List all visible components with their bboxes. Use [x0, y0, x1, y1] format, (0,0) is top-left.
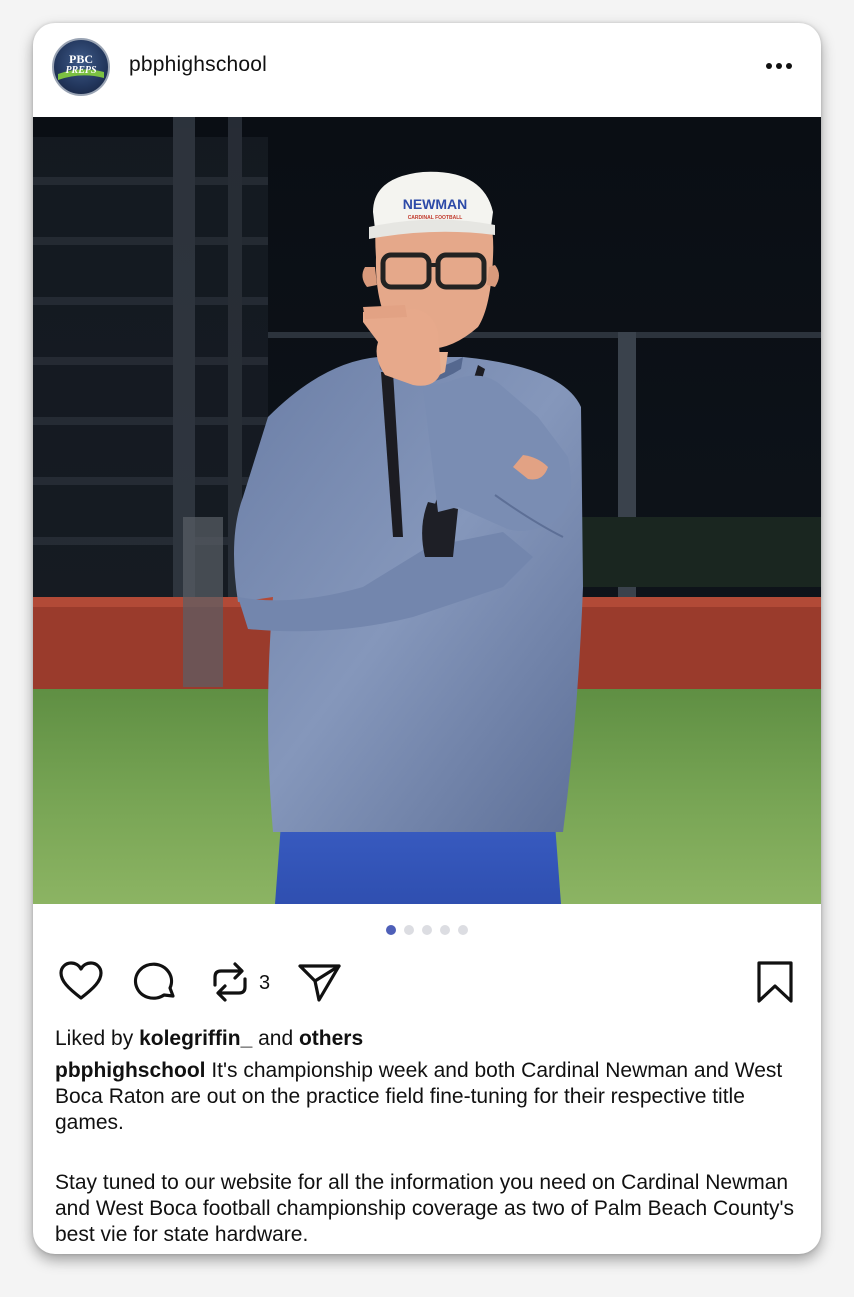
more-horizontal-icon — [766, 63, 792, 69]
send-icon — [298, 964, 341, 1002]
carousel-dot-4[interactable] — [440, 925, 450, 935]
svg-text:NEWMAN: NEWMAN — [403, 196, 468, 212]
comment-bubble-icon — [133, 962, 175, 1000]
pbc-preps-logo: PBC PREPS — [58, 52, 104, 80]
post-photo[interactable]: NEWMAN CARDINAL FOOTBALL — [33, 117, 821, 904]
carousel-dot-2[interactable] — [404, 925, 414, 935]
coach-photo: NEWMAN CARDINAL FOOTBALL — [33, 117, 821, 904]
caption-username[interactable]: pbphighschool — [55, 1059, 205, 1082]
carousel-indicator — [33, 925, 821, 939]
carousel-dot-5[interactable] — [458, 925, 468, 935]
carousel-dot-3[interactable] — [422, 925, 432, 935]
svg-text:PBC: PBC — [69, 52, 93, 66]
carousel-dot-1[interactable] — [386, 925, 396, 935]
share-button[interactable] — [296, 959, 342, 1010]
save-button[interactable] — [752, 959, 798, 1010]
liked-by-others[interactable]: others — [299, 1027, 363, 1050]
bookmark-icon — [757, 961, 793, 1003]
likes-prefix: Liked by — [55, 1027, 140, 1050]
post-header: PBC PREPS pbphighschool — [33, 23, 821, 117]
more-options-button[interactable] — [759, 51, 799, 81]
action-bar: 3 — [33, 959, 821, 1011]
like-button[interactable] — [58, 959, 104, 1010]
likes-summary: Liked by kolegriffin_ and others — [55, 1027, 363, 1051]
post-caption: pbphighschool It's championship week and… — [55, 1058, 810, 1248]
svg-text:CARDINAL FOOTBALL: CARDINAL FOOTBALL — [408, 215, 463, 221]
heart-icon — [59, 961, 103, 1000]
comment-button[interactable] — [133, 959, 179, 1010]
avatar[interactable]: PBC PREPS — [52, 38, 110, 96]
caption-paragraph-2: Stay tuned to our website for all the in… — [55, 1171, 795, 1246]
caption-paragraph-1: pbphighschool It's championship week and… — [55, 1058, 810, 1136]
post-username[interactable]: pbphighschool — [129, 53, 267, 77]
repost-count: 3 — [259, 972, 271, 994]
liked-by-user[interactable]: kolegriffin_ — [139, 1027, 252, 1050]
repost-icon — [213, 962, 247, 1002]
repost-button[interactable] — [207, 959, 253, 1010]
post-card: PBC PREPS pbphighschool NEWMAN CARDINAL … — [33, 23, 821, 1254]
svg-text:PREPS: PREPS — [65, 65, 97, 76]
likes-conjunction: and — [252, 1027, 299, 1050]
